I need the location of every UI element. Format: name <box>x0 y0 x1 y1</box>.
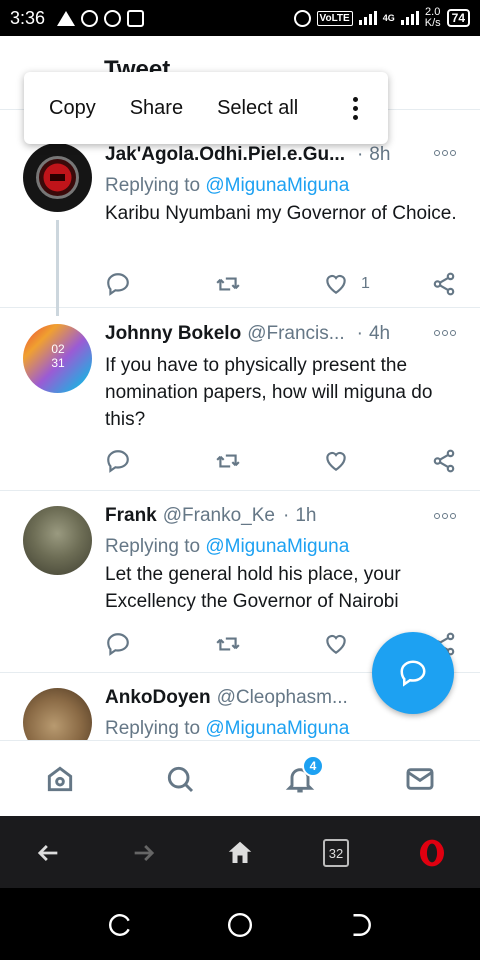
retweet-icon[interactable] <box>215 631 241 657</box>
select-all-menu-item[interactable]: Select all <box>183 97 298 120</box>
copy-menu-item[interactable]: Copy <box>24 97 96 120</box>
warning-icon <box>57 10 76 26</box>
replying-to: Replying to @MigunaMiguna <box>105 175 460 197</box>
messages-icon[interactable] <box>402 761 438 797</box>
share-icon[interactable] <box>431 448 457 474</box>
whatsapp-icon <box>81 9 99 27</box>
signal-icon <box>358 11 377 25</box>
tweet-more-icon[interactable] <box>434 150 456 156</box>
tweet-actions <box>105 446 460 476</box>
reply-icon[interactable] <box>105 448 131 474</box>
tweet-age: 4h <box>368 323 391 344</box>
opera-menu-icon[interactable] <box>414 836 450 870</box>
avatar[interactable] <box>23 143 92 212</box>
like-icon[interactable] <box>323 631 349 657</box>
replying-to: Replying to @MigunaMiguna <box>105 536 460 558</box>
notification-icons <box>57 9 145 27</box>
share-menu-item[interactable]: Share <box>96 97 183 120</box>
tweet-item[interactable]: 02 31 Johnny Bokelo @Francis... · 4h If … <box>0 308 480 491</box>
alarm-clock-icon <box>293 9 311 27</box>
avatar-text: 02 31 <box>51 342 65 370</box>
retweet-icon[interactable] <box>215 448 241 474</box>
notification-badge: 4 <box>302 755 324 777</box>
like-icon[interactable]: 1 <box>323 271 370 297</box>
home-icon[interactable] <box>42 761 78 797</box>
separator-dot: · <box>356 144 364 165</box>
status-time: 3:36 <box>10 7 46 28</box>
search-icon[interactable] <box>162 761 198 797</box>
retweet-icon[interactable] <box>215 271 241 297</box>
tweet-author-handle[interactable]: @Cleophasm... <box>217 687 348 709</box>
replying-to: Replying to @MigunaMiguna <box>105 718 460 740</box>
avatar[interactable] <box>23 688 92 740</box>
reply-icon[interactable] <box>105 631 131 657</box>
text-selection-menu: Copy Share Select all <box>24 72 388 144</box>
replying-prefix: Replying to <box>105 175 201 196</box>
tweet-actions: 1 <box>105 269 460 299</box>
system-navigation <box>0 888 480 960</box>
browser-back-icon[interactable] <box>30 836 66 870</box>
net-type: 4G <box>382 13 395 23</box>
reply-icon[interactable] <box>105 271 131 297</box>
net-speed-unit: K/s <box>424 17 441 29</box>
replying-prefix: Replying to <box>105 718 201 739</box>
thread-line <box>56 220 59 316</box>
tweet-author-name[interactable]: Johnny Bokelo <box>105 323 241 345</box>
net-speed: 2.0 K/s <box>425 7 441 29</box>
tweet-age: 8h <box>369 144 391 165</box>
battery-indicator: 74 <box>446 9 470 27</box>
signal-icon-2 <box>400 11 419 25</box>
replying-to-link[interactable]: @MigunaMiguna <box>205 536 349 557</box>
tweet-author-handle[interactable]: @Franko_Ke <box>163 505 275 527</box>
avatar[interactable]: 02 31 <box>23 324 92 393</box>
tweet-author-name[interactable]: Jak'Agola.Odhi.Piel.e.Gu... <box>105 144 345 166</box>
tweet-item[interactable]: Jak'Agola.Odhi.Piel.e.Gu... · 8h Replyin… <box>0 128 480 316</box>
replying-prefix: Replying to <box>105 536 201 557</box>
tweet-author-handle[interactable]: @Francis... <box>247 323 344 345</box>
tweet-more-icon[interactable] <box>434 330 456 336</box>
separator-dot: · <box>356 323 363 344</box>
replying-to-link[interactable]: @MigunaMiguna <box>205 718 349 739</box>
compose-reply-button[interactable] <box>372 632 454 714</box>
tweet-author-name[interactable]: Frank <box>105 505 157 527</box>
tweet-text: Let the general hold his place, your Exc… <box>105 564 401 612</box>
replying-to-link[interactable]: @MigunaMiguna <box>205 175 349 196</box>
browser-tabs-button[interactable]: 32 <box>318 836 354 870</box>
alarm-icon <box>104 9 122 27</box>
tweet-age: 1h <box>295 505 317 526</box>
status-bar: 3:36 VoLTE 4G 2.0 K/s 74 <box>0 0 480 36</box>
tweet-more-icon[interactable] <box>434 513 456 519</box>
home-circle-icon[interactable] <box>227 912 253 938</box>
tweet-author-name[interactable]: AnkoDoyen <box>105 687 211 709</box>
tweet-text: If you have to physically present the no… <box>105 355 433 430</box>
status-right: VoLTE 4G 2.0 K/s 74 <box>293 7 470 29</box>
share-icon[interactable] <box>431 271 457 297</box>
separator-dot: · <box>282 505 290 526</box>
tab-count: 32 <box>323 839 349 867</box>
recent-apps-icon[interactable] <box>107 912 133 938</box>
volte-badge: VoLTE <box>316 10 353 26</box>
browser-forward-icon[interactable] <box>126 836 162 870</box>
tweet-text: Karibu Nyumbani my Governor of Choice. <box>105 203 457 224</box>
browser-home-icon[interactable] <box>222 836 258 870</box>
compose-chat-icon <box>400 660 426 687</box>
bottom-navigation: 4 <box>0 740 480 816</box>
avatar[interactable] <box>23 506 92 575</box>
like-icon[interactable] <box>323 448 349 474</box>
like-count: 1 <box>361 275 370 292</box>
browser-toolbar: 32 <box>0 816 480 888</box>
more-options-icon[interactable] <box>353 96 358 120</box>
system-back-icon[interactable] <box>347 912 373 938</box>
image-icon <box>127 9 145 27</box>
